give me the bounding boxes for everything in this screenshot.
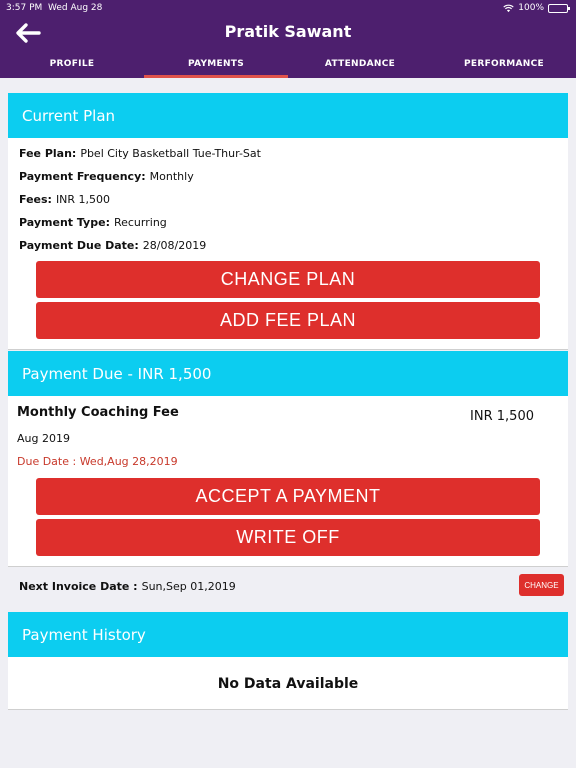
fee-plan-row: Fee Plan: Pbel City Basketball Tue-Thur-… bbox=[8, 142, 568, 165]
payment-type-row: Payment Type: Recurring bbox=[8, 211, 568, 234]
next-invoice-row: Next Invoice Date : Sun,Sep 01,2019 CHAN… bbox=[8, 567, 568, 605]
fee-plan-label: Fee Plan: bbox=[19, 147, 77, 160]
status-bar: 3:57 PM Wed Aug 28 100% bbox=[0, 0, 576, 16]
fee-item: Monthly Coaching Fee INR 1,500 Aug 2019 … bbox=[8, 396, 568, 472]
fee-item-month: Aug 2019 bbox=[17, 432, 70, 445]
payment-due-date-label: Payment Due Date: bbox=[19, 239, 139, 252]
fees-value: INR 1,500 bbox=[55, 193, 111, 206]
current-plan-card: Current Plan Fee Plan: Pbel City Basketb… bbox=[8, 93, 568, 350]
status-time: 3:57 PM Wed Aug 28 bbox=[6, 3, 102, 13]
payment-type-label: Payment Type: bbox=[19, 216, 110, 229]
fee-item-amount: INR 1,500 bbox=[470, 409, 534, 424]
payment-due-card: Payment Due - INR 1,500 Monthly Coaching… bbox=[8, 351, 568, 567]
change-plan-button[interactable]: CHANGE PLAN bbox=[36, 261, 540, 298]
empty-state-text: No Data Available bbox=[217, 675, 359, 692]
status-time-value: 3:57 PM bbox=[6, 3, 43, 13]
payment-frequency-label: Payment Frequency: bbox=[19, 170, 146, 183]
payment-due-date-row: Payment Due Date: 28/08/2019 bbox=[8, 234, 568, 257]
change-invoice-date-button[interactable]: CHANGE bbox=[519, 574, 564, 596]
payment-frequency-value: Monthly bbox=[149, 170, 194, 183]
current-plan-heading: Current Plan bbox=[8, 93, 568, 138]
fees-row: Fees: INR 1,500 bbox=[8, 188, 568, 211]
fee-item-name: Monthly Coaching Fee bbox=[17, 405, 179, 420]
status-right: 100% bbox=[503, 3, 570, 13]
payment-frequency-row: Payment Frequency: Monthly bbox=[8, 165, 568, 188]
next-invoice-value: Sun,Sep 01,2019 bbox=[141, 579, 236, 593]
payment-type-value: Recurring bbox=[113, 216, 167, 229]
write-off-button[interactable]: WRITE OFF bbox=[36, 519, 540, 556]
payment-history-heading: Payment History bbox=[8, 612, 568, 657]
payment-due-heading: Payment Due - INR 1,500 bbox=[8, 351, 568, 396]
fees-label: Fees: bbox=[19, 193, 52, 206]
tab-bar: PROFILE PAYMENTS ATTENDANCE PERFORMANCE bbox=[0, 54, 576, 78]
wifi-icon bbox=[503, 4, 514, 12]
next-invoice-label: Next Invoice Date : bbox=[19, 579, 138, 593]
fee-plan-value: Pbel City Basketball Tue-Thur-Sat bbox=[80, 147, 261, 160]
accept-payment-button[interactable]: ACCEPT A PAYMENT bbox=[36, 478, 540, 515]
payment-due-date-value: 28/08/2019 bbox=[142, 239, 207, 252]
status-date: Wed Aug 28 bbox=[48, 3, 103, 13]
battery-icon bbox=[548, 3, 570, 13]
add-fee-plan-button[interactable]: ADD FEE PLAN bbox=[36, 302, 540, 339]
battery-percent: 100% bbox=[518, 3, 544, 13]
tab-attendance[interactable]: ATTENDANCE bbox=[288, 54, 432, 78]
page-title: Pratik Sawant bbox=[224, 22, 352, 41]
tab-payments[interactable]: PAYMENTS bbox=[144, 54, 288, 78]
tab-profile[interactable]: PROFILE bbox=[0, 54, 144, 78]
fee-item-due-date: Due Date : Wed,Aug 28,2019 bbox=[17, 455, 178, 468]
tab-performance[interactable]: PERFORMANCE bbox=[432, 54, 576, 78]
payment-history-card: Payment History No Data Available bbox=[8, 612, 568, 710]
app-header: 3:57 PM Wed Aug 28 100% Pratik Sawant PR… bbox=[0, 0, 576, 78]
